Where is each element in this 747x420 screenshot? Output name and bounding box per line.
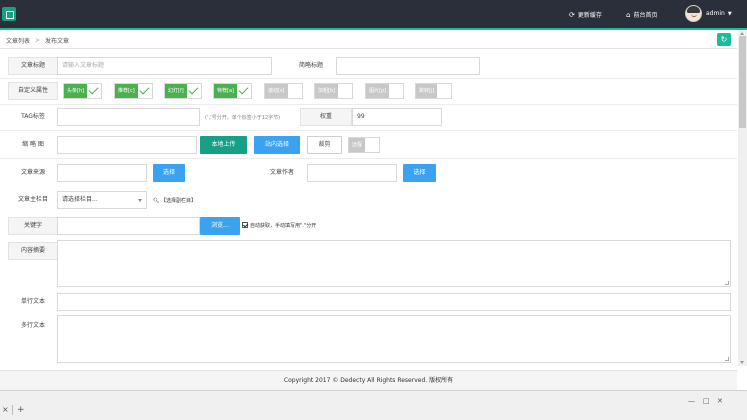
tag-input[interactable] [57, 108, 200, 126]
keywords-label: 关键字 [8, 217, 58, 235]
tag-hint: (‘,’号分开，单个标签小于12字节) [205, 115, 281, 121]
tab-separator [12, 405, 13, 415]
single-text-input[interactable] [57, 293, 731, 311]
search-icon: 🔍︎ [153, 198, 160, 204]
short-title-input[interactable] [336, 57, 480, 75]
remote-label: 远程 [349, 138, 366, 152]
bottom-tab-bar [0, 390, 747, 420]
page-footer: Copyright 2017 © Dedecty All Rights Rese… [0, 370, 737, 390]
scroll-down-arrow-icon[interactable] [740, 361, 744, 364]
chevron-down-icon [138, 199, 142, 202]
resize-handle-icon[interactable] [725, 357, 729, 361]
breadcrumb-article-list[interactable]: 文章列表 [6, 36, 30, 45]
single-text-label: 单行文本 [8, 293, 58, 311]
attr-recommend-toggle[interactable]: 推荐[c] [114, 83, 153, 99]
close-window-icon[interactable]: ✕ [717, 397, 723, 405]
thumbnail-label: 缩 略 图 [8, 136, 58, 154]
close-tab-icon[interactable]: × [2, 405, 9, 414]
user-avatar[interactable] [685, 5, 702, 22]
attr-jump-label: 跳转[j] [416, 84, 438, 98]
add-tab-icon[interactable]: + [17, 405, 25, 415]
refresh-icon: ↻ [720, 35, 728, 44]
check-icon [236, 84, 251, 98]
breadcrumb-publish-article: 发布文章 [45, 38, 70, 45]
check-icon [186, 84, 201, 98]
maximize-icon[interactable]: □ [703, 397, 710, 405]
author-input[interactable] [307, 164, 397, 182]
author-label: 文章作者 [257, 164, 307, 182]
attr-special-label: 特荐[a] [214, 84, 237, 98]
attr-recommend-label: 推荐[c] [115, 84, 138, 98]
attr-headline-label: 头条[h] [64, 84, 88, 98]
site-select-button[interactable]: 站内选择 [254, 136, 300, 154]
attr-bold-toggle[interactable]: 加粗[b] [314, 83, 354, 99]
author-select-button[interactable]: 选择 [403, 164, 436, 182]
main-column-label: 文章主栏目 [8, 191, 58, 209]
row-divider [0, 78, 737, 79]
keywords-input[interactable] [57, 217, 200, 235]
check-icon [87, 84, 102, 98]
multi-text-textarea[interactable] [57, 315, 731, 363]
breadcrumb: 文章列表 > 发布文章 [6, 36, 69, 45]
breadcrumb-divider [0, 48, 737, 49]
weight-input[interactable]: 99 [352, 108, 442, 126]
source-input[interactable] [57, 164, 147, 182]
home-link[interactable]: ⌂ 前台首页 [626, 10, 658, 20]
attr-scroll-label: 滚动[s] [265, 84, 288, 98]
scrollbar-thumb[interactable] [739, 36, 746, 128]
title-label: 文章标题 [8, 57, 58, 75]
crop-button[interactable]: 裁剪 [307, 136, 342, 154]
user-menu[interactable]: admin ▼ [706, 10, 732, 17]
clear-cache-label: 更新缓存 [577, 12, 602, 19]
short-title-label: 简略标题 [286, 57, 336, 75]
summary-label: 内容摘要 [8, 242, 58, 260]
username-label: admin [706, 10, 725, 17]
summary-textarea[interactable] [57, 240, 731, 287]
auto-get-label: 自动获取，手动填写用","分开 [250, 223, 317, 229]
multi-text-label: 多行文本 [8, 317, 58, 335]
tag-label: TAG标签 [8, 108, 58, 126]
app-logo-icon[interactable] [2, 7, 16, 21]
attr-scroll-toggle[interactable]: 滚动[s] [264, 83, 303, 99]
thumbnail-input[interactable] [57, 136, 197, 154]
title-input[interactable]: 请输入文章标题 [57, 57, 272, 75]
row-divider [0, 130, 737, 131]
sub-column-link[interactable]: 🔍︎ 【选择副栏目】 [153, 197, 196, 204]
auto-get-checkbox[interactable] [242, 222, 248, 228]
header-accent-line [0, 28, 747, 30]
sub-column-label: 【选择副栏目】 [160, 198, 196, 204]
column-select[interactable]: 请选择栏目... [57, 191, 147, 209]
attr-picture-label: 图片[p] [366, 84, 390, 98]
source-select-button[interactable]: 选择 [153, 164, 185, 182]
attr-special-toggle[interactable]: 特荐[a] [213, 83, 252, 99]
breadcrumb-separator: > [35, 37, 41, 44]
refresh-button[interactable]: ↻ [717, 33, 731, 46]
row-divider [0, 158, 737, 159]
chevron-down-icon: ▼ [727, 10, 732, 17]
browse-keywords-button[interactable]: 浏览... [200, 217, 240, 235]
refresh-cache-icon: ⟳ [569, 10, 575, 19]
custom-attr-label: 自定义属性 [8, 82, 58, 100]
remote-toggle[interactable]: 远程 [348, 137, 381, 153]
weight-label: 权重 [300, 108, 352, 126]
upload-local-button[interactable]: 本地上传 [200, 136, 247, 154]
row-divider [0, 104, 737, 105]
scroll-up-arrow-icon[interactable] [740, 32, 744, 35]
minimize-icon[interactable]: — [688, 397, 695, 405]
attr-slide-toggle[interactable]: 幻灯[f] [164, 83, 202, 99]
home-icon: ⌂ [626, 10, 631, 19]
attr-slide-label: 幻灯[f] [165, 84, 187, 98]
resize-handle-icon[interactable] [725, 281, 729, 285]
clear-cache-link[interactable]: ⟳ 更新缓存 [569, 10, 602, 20]
attr-jump-toggle[interactable]: 跳转[j] [415, 83, 453, 99]
source-label: 文章来源 [8, 164, 58, 182]
home-label: 前台首页 [633, 12, 658, 19]
attr-headline-toggle[interactable]: 头条[h] [63, 83, 103, 99]
attr-bold-label: 加粗[b] [315, 84, 339, 98]
check-icon [137, 84, 152, 98]
attr-picture-toggle[interactable]: 图片[p] [365, 83, 405, 99]
